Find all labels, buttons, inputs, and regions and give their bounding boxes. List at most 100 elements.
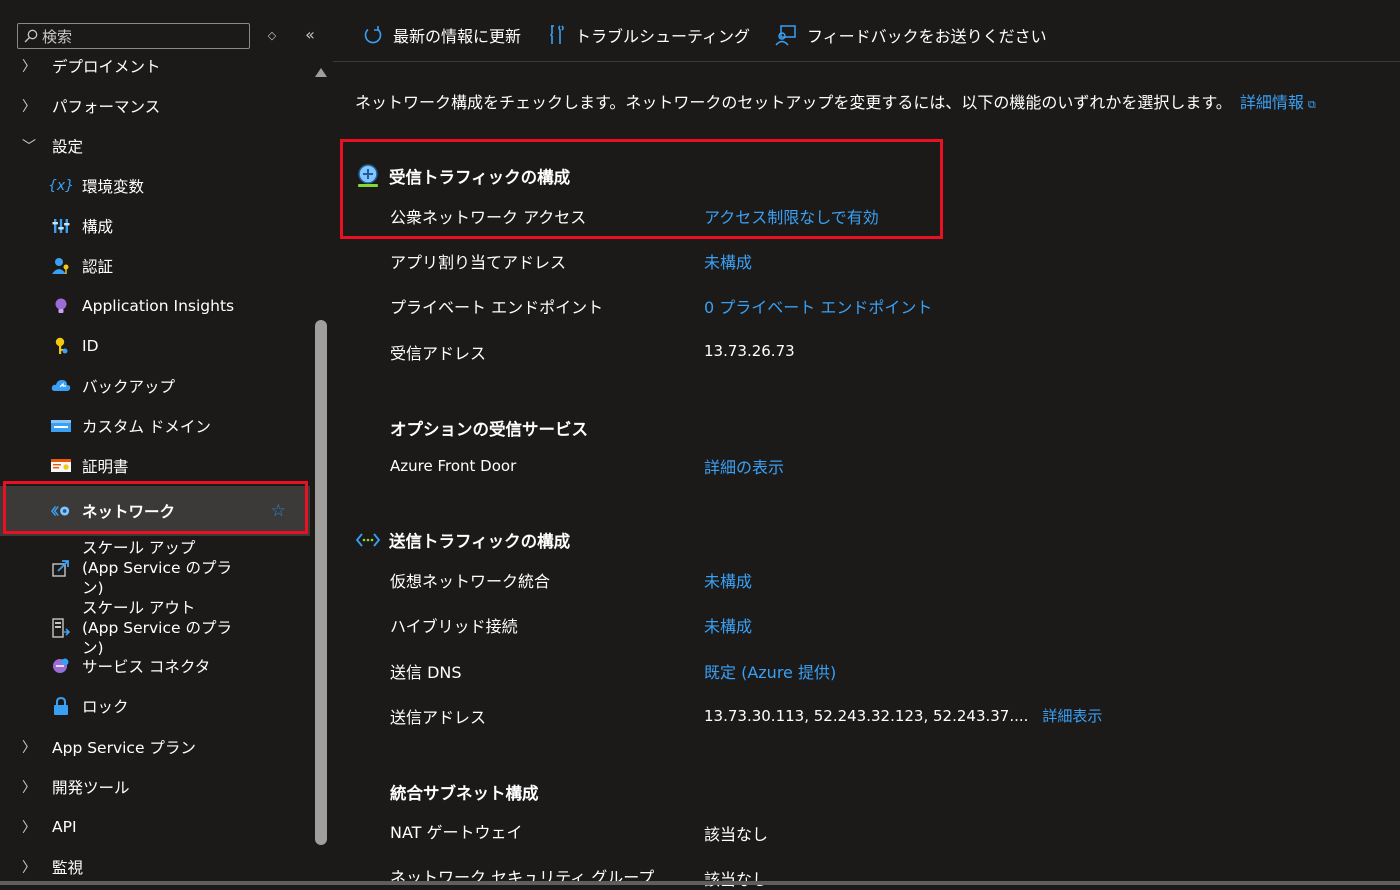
sort-toggle-icon[interactable]: ◇ (265, 27, 279, 45)
sidebar-item-label: 構成 (82, 218, 114, 236)
chevron-right-icon: 〉 (22, 820, 36, 836)
favorite-star-icon[interactable]: ☆ (271, 501, 286, 521)
chevron-right-icon: 〉 (22, 740, 36, 756)
sidebar-item-custom-domain[interactable]: カスタム ドメイン (0, 406, 310, 446)
scroll-up-arrow-icon[interactable] (315, 68, 327, 77)
inbound-title-text: 受信トラフィックの構成 (389, 168, 571, 187)
sidebar-item-label: 認証 (82, 258, 114, 276)
lightbulb-icon (51, 296, 71, 316)
show-more-link[interactable]: 詳細表示 (1042, 707, 1102, 725)
sidebar-item-label: 証明書 (82, 458, 129, 476)
service-connector-icon (51, 656, 71, 676)
chevron-right-icon: 〉 (22, 99, 36, 115)
vnet-integration-label: 仮想ネットワーク統合 (390, 572, 551, 591)
learn-more-link[interactable]: 詳細情報 (1240, 93, 1304, 112)
search-icon (24, 29, 38, 43)
hybrid-connection-link[interactable]: 未構成 (704, 613, 752, 637)
inbound-section-title: 受信トラフィックの構成 (355, 163, 570, 189)
key-icon (51, 336, 71, 356)
sidebar-item-label: ロック (82, 698, 129, 716)
network-icon (51, 501, 71, 521)
sidebar-item-scale-up[interactable]: スケール アップ (App Service のプラン) (0, 539, 310, 597)
sidebar-group-deployment[interactable]: 〉 デプロイメント (0, 52, 310, 86)
optional-inbound-section-title: オプションの受信サービス (390, 416, 588, 440)
sidebar-item-locks[interactable]: ロック (0, 686, 310, 726)
sidebar-item-service-connector[interactable]: サービス コネクタ (0, 646, 310, 686)
search-input[interactable]: 検索 (17, 23, 250, 49)
sidebar-item-label: ネットワーク (82, 503, 176, 521)
certificate-icon (51, 456, 71, 476)
sidebar-item-label: スケール アップ (App Service のプラン) (82, 539, 232, 597)
networking-content: ネットワーク構成をチェックします。ネットワークのセットアップを変更するには、以下… (333, 62, 1400, 889)
vnet-integration-link[interactable]: 未構成 (704, 568, 752, 592)
troubleshoot-button[interactable]: トラブルシューティング (549, 22, 750, 48)
resource-sidebar: 検索 ◇ « 〉 デプロイメント 〉 パフォーマンス ﹀ 設定 {x} 環境変数… (0, 0, 332, 885)
lock-icon (51, 696, 71, 716)
sidebar-nav: 〉 デプロイメント 〉 パフォーマンス ﹀ 設定 {x} 環境変数 構成 認証 (0, 52, 310, 885)
outbound-dns-link[interactable]: 既定 (Azure 提供) (704, 659, 836, 683)
chevron-right-icon: 〉 (22, 860, 36, 876)
external-link-icon: ⧉ (1307, 98, 1316, 111)
sidebar-search-row: 検索 ◇ « (0, 0, 332, 52)
sidebar-group-dev-tools[interactable]: 〉 開発ツール (0, 767, 310, 807)
sidebar-item-env-vars[interactable]: {x} 環境変数 (0, 166, 310, 206)
sidebar-item-identity[interactable]: ID (0, 326, 310, 366)
private-endpoint-link[interactable]: 0 プライベート エンドポイント (704, 294, 932, 318)
outbound-address-label: 送信アドレス (390, 708, 487, 727)
sidebar-item-label: Application Insights (82, 297, 235, 315)
outbound-dns-label: 送信 DNS (390, 663, 462, 682)
sidebar-group-api[interactable]: 〉 API (0, 807, 310, 847)
sidebar-item-configuration[interactable]: 構成 (0, 206, 310, 246)
chevron-down-icon: ﹀ (22, 139, 36, 155)
front-door-label: Azure Front Door (390, 457, 517, 475)
sidebar-item-label: 環境変数 (82, 178, 145, 196)
hybrid-connection-label: ハイブリッド接続 (390, 617, 518, 636)
subnet-section-title: 統合サブネット構成 (390, 780, 539, 804)
troubleshoot-label: トラブルシューティング (575, 27, 751, 46)
sidebar-item-backup[interactable]: バックアップ (0, 366, 310, 406)
nat-gateway-value: 該当なし (704, 825, 769, 844)
collapse-sidebar-icon[interactable]: « (302, 25, 318, 45)
sidebar-item-label: 設定 (52, 138, 84, 156)
sidebar-scrollbar-thumb[interactable] (315, 320, 327, 845)
sidebar-group-performance[interactable]: 〉 パフォーマンス (0, 86, 310, 126)
sidebar-group-app-service-plan[interactable]: 〉 App Service プラン (0, 727, 310, 767)
sidebar-item-label: App Service プラン (52, 739, 196, 757)
inbound-address-value: 13.73.26.73 (704, 342, 795, 360)
front-door-details-link[interactable]: 詳細の表示 (704, 454, 784, 478)
sidebar-item-networking[interactable]: ネットワーク ☆ (0, 486, 310, 536)
intro-text: ネットワーク構成をチェックします。ネットワークのセットアップを変更するには、以下… (355, 93, 1232, 112)
chevron-right-icon: 〉 (22, 59, 36, 75)
user-key-icon (51, 256, 71, 276)
sidebar-group-settings[interactable]: ﹀ 設定 (0, 126, 310, 166)
outbound-address-value: 13.73.30.113, 52.243.32.123, 52.243.37..… (704, 705, 1102, 726)
public-access-value-link[interactable]: アクセス制限なしで有効 (704, 204, 879, 228)
domain-icon (51, 416, 71, 436)
refresh-button[interactable]: 最新の情報に更新 (363, 22, 521, 48)
scale-out-icon (51, 618, 71, 638)
outbound-address-text: 13.73.30.113, 52.243.32.123, 52.243.37..… (704, 707, 1029, 725)
sidebar-item-authentication[interactable]: 認証 (0, 246, 310, 286)
sidebar-item-app-insights[interactable]: Application Insights (0, 286, 310, 326)
optional-title-text: オプションの受信サービス (390, 420, 588, 439)
intro-paragraph: ネットワーク構成をチェックします。ネットワークのセットアップを変更するには、以下… (355, 89, 1316, 113)
nat-gateway-label: NAT ゲートウェイ (390, 823, 523, 842)
sidebar-item-label: 開発ツール (52, 779, 130, 797)
subnet-title-text: 統合サブネット構成 (390, 784, 539, 803)
sidebar-group-monitoring[interactable]: 〉 監視 (0, 847, 310, 885)
app-assigned-address-label: アプリ割り当てアドレス (390, 253, 567, 272)
refresh-icon (363, 25, 383, 45)
sidebar-item-label: API (52, 818, 77, 836)
sidebar-item-certificates[interactable]: 証明書 (0, 446, 310, 486)
inbound-traffic-icon (355, 163, 381, 189)
sidebar-item-label: デプロイメント (52, 58, 161, 76)
feedback-label: フィードバックをお送りください (807, 27, 1047, 46)
public-access-label: 公衆ネットワーク アクセス (390, 208, 587, 227)
feedback-button[interactable]: フィードバックをお送りください (775, 22, 1047, 48)
troubleshoot-icon (549, 24, 565, 46)
search-placeholder: 検索 (42, 27, 73, 46)
bottom-edge (0, 881, 1400, 885)
outbound-title-text: 送信トラフィックの構成 (389, 532, 571, 551)
app-assigned-address-link[interactable]: 未構成 (704, 249, 752, 273)
sliders-icon (51, 216, 71, 236)
